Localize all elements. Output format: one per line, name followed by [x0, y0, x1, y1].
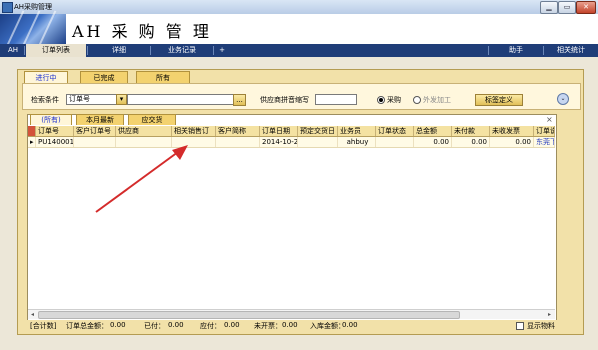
horizontal-scrollbar[interactable]: ◂ ▸ [28, 309, 555, 319]
stock-value: 0.00 [342, 321, 358, 329]
payable-value: 0.00 [224, 321, 240, 329]
show-material-checkbox[interactable] [516, 322, 524, 330]
annotation-arrow [95, 145, 188, 213]
total-value: 0.00 [110, 321, 126, 329]
paid-value: 0.00 [168, 321, 184, 329]
scroll-right-icon[interactable]: ▸ [546, 311, 553, 318]
totals-footer: [合计数] 订单总金额： 0.00 已付： 0.00 应付： 0.00 未开票：… [22, 320, 579, 331]
scroll-thumb[interactable] [38, 311, 460, 319]
show-material-label: 显示物料 [527, 322, 555, 330]
stock-label: 入库金额： [310, 322, 345, 330]
uninvoiced-label: 未开票： [254, 322, 282, 330]
uninvoiced-value: 0.00 [282, 321, 298, 329]
total-label: 订单总金额： [66, 322, 108, 330]
count-label: [合计数] [30, 322, 57, 330]
paid-label: 已付： [144, 322, 165, 330]
scroll-left-icon[interactable]: ◂ [29, 311, 36, 318]
payable-label: 应付： [200, 322, 221, 330]
